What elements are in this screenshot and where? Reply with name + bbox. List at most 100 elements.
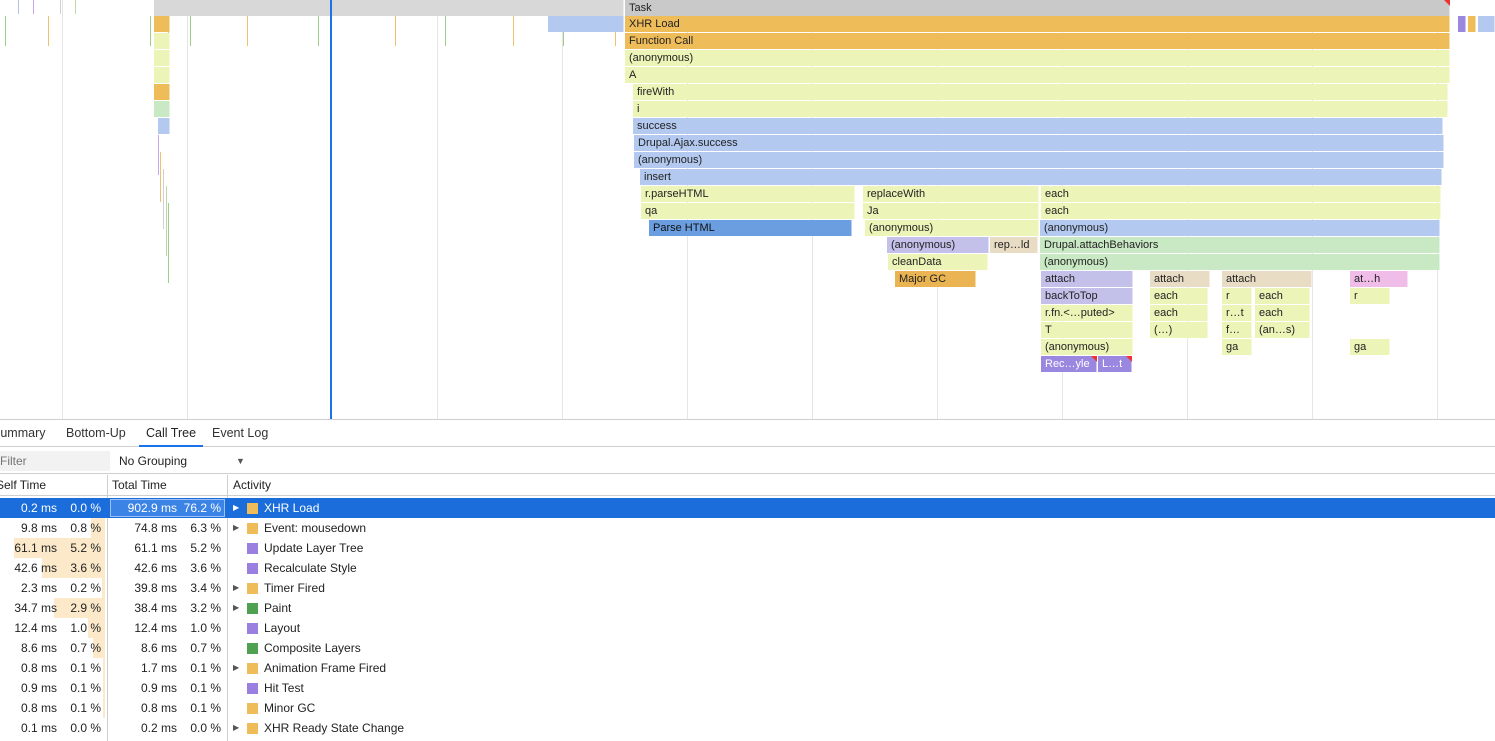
flame-block-r-parsehtml[interactable]: r.parseHTML <box>641 186 855 202</box>
flame-block-small[interactable] <box>154 67 170 83</box>
table-row[interactable]: 61.1 ms 5.2 % 61.1 ms 5.2 % Update Layer Tre… <box>0 538 1495 558</box>
category-color-swatch <box>247 603 258 614</box>
flame-block-parse-html[interactable]: Parse HTML <box>649 220 852 236</box>
table-row[interactable]: 8.6 ms 0.7 % 8.6 ms 0.7 % Composite Layers <box>0 638 1495 658</box>
flame-block-r-t[interactable]: r…t <box>1222 305 1252 321</box>
flame-block-each[interactable]: each <box>1255 305 1310 321</box>
flame-block-each[interactable]: each <box>1150 305 1208 321</box>
flame-block-firewith[interactable]: fireWith <box>633 84 1448 100</box>
flame-block-small[interactable] <box>1468 16 1476 32</box>
expand-arrow-icon[interactable]: ▶ <box>233 598 239 618</box>
flame-block-major-gc[interactable]: Major GC <box>895 271 976 287</box>
category-color-swatch <box>247 523 258 534</box>
flame-block-attach[interactable]: attach <box>1222 271 1312 287</box>
flame-block-backtotop[interactable]: backToTop <box>1041 288 1133 304</box>
flame-block-anonymous[interactable]: (anonymous) <box>887 237 989 253</box>
flame-block-small[interactable] <box>154 101 170 117</box>
flame-block-t[interactable]: T <box>1041 322 1133 338</box>
flame-block-an-s[interactable]: (an…s) <box>1255 322 1310 338</box>
flame-block-insert[interactable]: insert <box>640 169 1442 185</box>
column-activity[interactable]: Activity <box>231 475 271 496</box>
grouping-select[interactable]: No Grouping ▼ <box>112 451 252 471</box>
tab-event-log[interactable]: Event Log <box>212 420 268 447</box>
details-panel: Summary Bottom-Up Call Tree Event Log No… <box>0 419 1495 741</box>
grouping-value: No Grouping <box>119 454 188 468</box>
total-time-ms: 0.2 ms <box>140 721 177 735</box>
flame-block-task[interactable]: Task <box>625 0 1450 16</box>
flame-block-f[interactable]: f… <box>1222 322 1252 338</box>
flame-chart[interactable]: Task XHR Load Function Call (anonymous) … <box>0 0 1495 419</box>
column-self-time[interactable]: Self Time <box>0 475 46 496</box>
flame-block-small[interactable] <box>158 118 170 134</box>
filter-input[interactable] <box>0 451 110 471</box>
tab-bottom-up[interactable]: Bottom-Up <box>66 420 126 447</box>
total-time-ms: 8.6 ms <box>140 641 177 655</box>
table-row[interactable]: 0.9 ms 0.1 % 0.9 ms 0.1 % Hit Test <box>0 678 1495 698</box>
table-row[interactable]: 0.1 ms 0.0 % 0.2 ms 0.0 % ▶ XHR Ready State C… <box>0 718 1495 738</box>
tab-summary[interactable]: Summary <box>0 420 45 447</box>
total-time-pct: 6.3 % <box>190 521 221 535</box>
flame-block-small[interactable] <box>548 16 624 32</box>
flame-block-at-h[interactable]: at…h <box>1350 271 1408 287</box>
tab-call-tree[interactable]: Call Tree <box>139 420 204 447</box>
flame-block-anonymous[interactable]: (anonymous) <box>1040 254 1440 270</box>
flame-block-ga[interactable]: ga <box>1350 339 1390 355</box>
flame-block-drupal-attachbehaviors[interactable]: Drupal.attachBehaviors <box>1040 237 1440 253</box>
table-row[interactable]: 42.6 ms 3.6 % 42.6 ms 3.6 % Recalculate Styl… <box>0 558 1495 578</box>
flame-block-replacewith[interactable]: replaceWith <box>863 186 1039 202</box>
expand-arrow-icon[interactable]: ▶ <box>233 658 239 678</box>
flame-block-ja[interactable]: Ja <box>863 203 1039 219</box>
flame-block-a[interactable]: A <box>625 67 1450 83</box>
flame-block-anonymous[interactable]: (anonymous) <box>1040 220 1440 236</box>
flame-block-small[interactable] <box>154 33 170 49</box>
flame-block-r[interactable]: r <box>1350 288 1390 304</box>
table-row[interactable]: 34.7 ms 2.9 % 38.4 ms 3.2 % ▶ Paint <box>0 598 1495 618</box>
flame-block-attach[interactable]: attach <box>1041 271 1133 287</box>
flame-block-anonymous[interactable]: (anonymous) <box>1041 339 1133 355</box>
flame-block-each[interactable]: each <box>1041 203 1441 219</box>
flame-block-anonymous[interactable]: (anonymous) <box>625 50 1450 66</box>
flame-block-small[interactable] <box>154 16 170 32</box>
grid-line <box>62 0 63 419</box>
table-row[interactable]: 0.2 ms 0.0 % 902.9 ms 76.2 % ▶ XHR Load <box>0 498 1495 518</box>
flame-block-each[interactable]: each <box>1041 186 1441 202</box>
flame-block-each[interactable]: each <box>1150 288 1208 304</box>
flame-block-rep-ld[interactable]: rep…ld <box>990 237 1038 253</box>
expand-arrow-icon[interactable]: ▶ <box>233 518 239 538</box>
flame-block-qa[interactable]: qa <box>641 203 855 219</box>
flame-block-function-call[interactable]: Function Call <box>625 33 1450 49</box>
table-row[interactable]: 12.4 ms 1.0 % 12.4 ms 1.0 % Layout <box>0 618 1495 638</box>
flame-block-r[interactable]: r <box>1222 288 1252 304</box>
table-row[interactable]: 0.8 ms 0.1 % 1.7 ms 0.1 % ▶ Animation Frame F… <box>0 658 1495 678</box>
flame-block-each[interactable]: each <box>1255 288 1310 304</box>
expand-arrow-icon[interactable]: ▶ <box>233 498 239 518</box>
flame-block-success[interactable]: success <box>633 118 1443 134</box>
flame-block-anonymous[interactable]: (anonymous) <box>634 152 1444 168</box>
flame-block-small[interactable] <box>1458 16 1466 32</box>
flame-block-paren[interactable]: (…) <box>1150 322 1208 338</box>
flame-block-small[interactable] <box>154 50 170 66</box>
category-color-swatch <box>247 563 258 574</box>
flame-block-task-bg[interactable] <box>154 0 624 16</box>
flame-block-attach[interactable]: attach <box>1150 271 1210 287</box>
flame-block-small[interactable] <box>1478 16 1495 32</box>
flame-block-i[interactable]: i <box>633 101 1448 117</box>
self-time-ms: 0.8 ms <box>20 661 57 675</box>
activity-tick <box>48 16 49 46</box>
table-row[interactable]: 9.8 ms 0.8 % 74.8 ms 6.3 % ▶ Event: mousedown <box>0 518 1495 538</box>
flame-block-anonymous[interactable]: (anonymous) <box>865 220 1039 236</box>
flame-block-cleandata[interactable]: cleanData <box>888 254 988 270</box>
flame-block-xhr-load[interactable]: XHR Load <box>625 16 1450 32</box>
flame-block-ga[interactable]: ga <box>1222 339 1252 355</box>
timeline-cursor[interactable] <box>330 0 332 419</box>
flame-block-small[interactable] <box>154 84 170 100</box>
table-row[interactable]: 0.8 ms 0.1 % 0.8 ms 0.1 % Minor GC <box>0 698 1495 718</box>
column-total-time[interactable]: Total Time <box>110 475 167 496</box>
flame-block-recalculate-style[interactable]: Rec…yle <box>1041 356 1097 372</box>
flame-block-r-fn-computed[interactable]: r.fn.<…puted> <box>1041 305 1133 321</box>
flame-block-drupal-ajax-success[interactable]: Drupal.Ajax.success <box>634 135 1444 151</box>
table-row[interactable]: 2.3 ms 0.2 % 39.8 ms 3.4 % ▶ Timer Fired <box>0 578 1495 598</box>
expand-arrow-icon[interactable]: ▶ <box>233 718 239 738</box>
expand-arrow-icon[interactable]: ▶ <box>233 578 239 598</box>
total-time-pct: 0.1 % <box>190 681 221 695</box>
